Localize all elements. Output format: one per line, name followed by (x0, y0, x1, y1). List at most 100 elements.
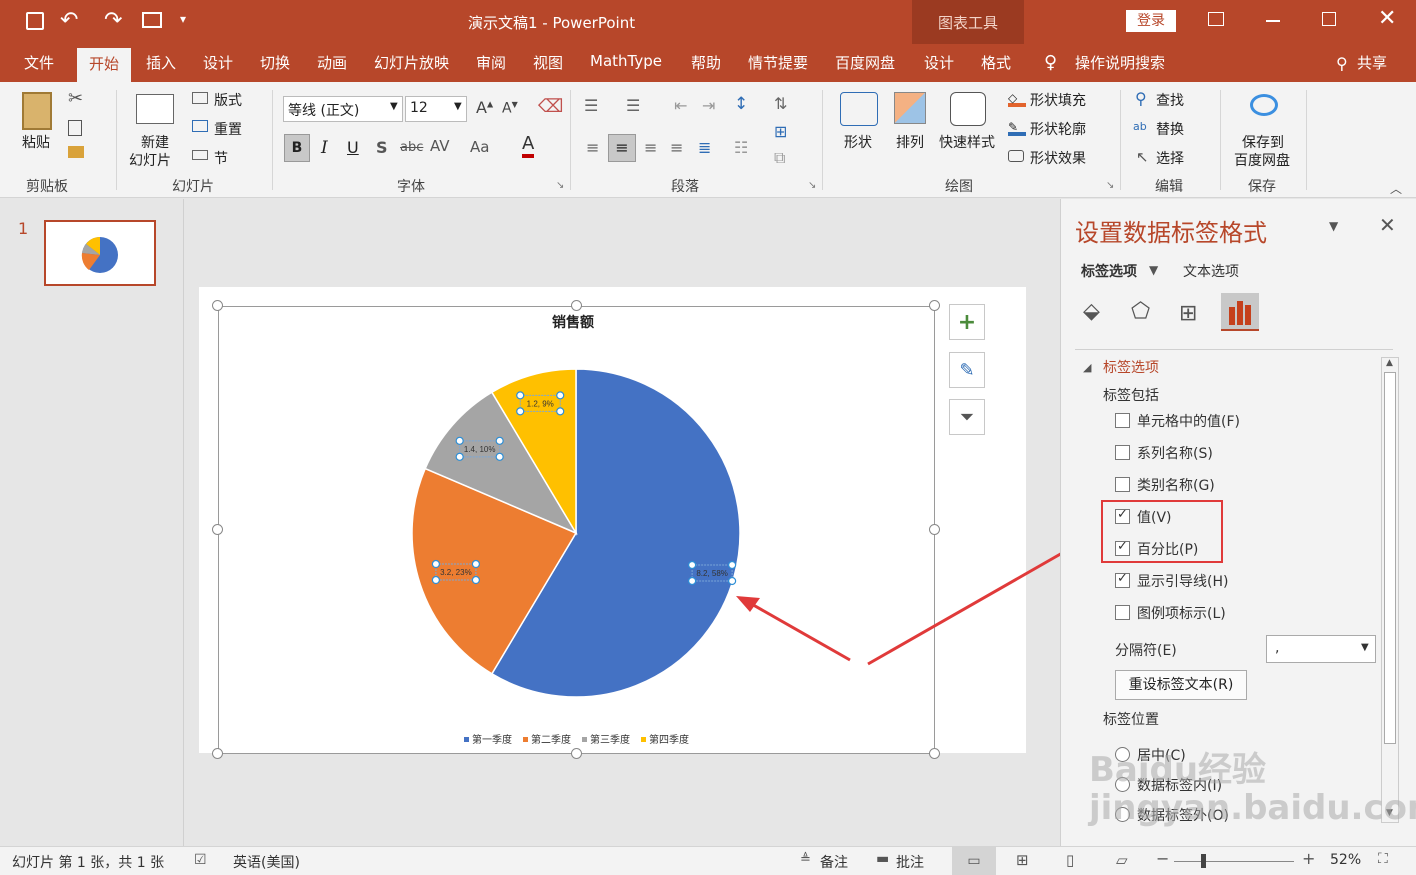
language-indicator[interactable]: 英语(美国) (233, 852, 300, 872)
zoom-out-icon[interactable]: − (1156, 849, 1169, 868)
change-case-icon[interactable]: Aa (470, 138, 489, 156)
tab-mathtype[interactable]: MathType (590, 52, 662, 70)
new-slide-button-2[interactable]: 幻灯片 (129, 150, 171, 170)
grow-font-icon[interactable]: A▲ (476, 98, 493, 117)
tab-chart-format[interactable]: 格式 (981, 52, 1011, 73)
close-icon[interactable]: ✕ (1379, 213, 1396, 237)
italic-icon[interactable]: I (321, 138, 328, 158)
paste-icon[interactable] (22, 92, 52, 130)
char-spacing-icon[interactable]: AV (430, 137, 450, 155)
share-button[interactable]: 共享 (1357, 52, 1387, 73)
chart-elements-button[interactable]: + (949, 304, 985, 340)
reading-view-icon[interactable]: ▯ (1066, 851, 1074, 869)
fill-line-icon[interactable]: ⬙ (1083, 299, 1100, 324)
zoom-level[interactable]: 52% (1330, 852, 1361, 868)
scroll-up-icon[interactable]: ▲ (1386, 358, 1393, 368)
collapse-ribbon-icon[interactable]: ︿ (1390, 180, 1402, 197)
select-button[interactable]: 选择 (1156, 148, 1184, 168)
chart-title[interactable]: 销售额 (552, 312, 594, 332)
pane-options-icon[interactable]: ▼ (1329, 219, 1338, 233)
checkbox-series-name[interactable] (1115, 445, 1130, 460)
shapes-icon[interactable] (840, 92, 878, 126)
font-color-icon[interactable]: A (522, 134, 535, 158)
save-to-baidu-2[interactable]: 百度网盘 (1234, 150, 1290, 170)
normal-view-icon[interactable]: ▭ (952, 847, 996, 875)
increase-indent-icon[interactable]: ⇥ (702, 96, 715, 115)
zoom-slider[interactable] (1174, 861, 1294, 862)
tab-help[interactable]: 帮助 (691, 52, 721, 73)
tab-home[interactable]: 开始 (77, 48, 132, 82)
align-text-icon[interactable]: ⊞ (774, 122, 787, 141)
resize-handle[interactable] (212, 748, 223, 759)
font-size-box[interactable]: 12 ▼ (405, 96, 467, 122)
dialog-launcher-icon[interactable]: ↘ (556, 180, 564, 191)
dialog-launcher-icon[interactable]: ↘ (808, 180, 816, 191)
clear-format-icon[interactable]: ⌫ (538, 96, 563, 117)
section-button[interactable]: 节 (214, 148, 228, 168)
tab-chart-design[interactable]: 设计 (924, 52, 954, 73)
distributed-icon[interactable]: ≣ (698, 138, 711, 157)
reset-label-text-button[interactable]: 重设标签文本(R) (1115, 670, 1247, 700)
size-properties-icon[interactable]: ⊞ (1179, 301, 1197, 326)
slide-sorter-icon[interactable]: ⊞ (1016, 851, 1029, 869)
tab-storyboard[interactable]: 情节提要 (748, 52, 808, 73)
zoom-in-icon[interactable]: + (1302, 849, 1315, 868)
tab-review[interactable]: 审阅 (476, 52, 506, 73)
format-painter-icon[interactable] (68, 146, 84, 158)
zoom-slider-thumb[interactable] (1201, 854, 1206, 868)
maximize-icon[interactable] (1322, 12, 1336, 26)
baidu-cloud-icon[interactable] (1250, 94, 1278, 116)
shrink-font-icon[interactable]: A▼ (502, 100, 518, 117)
tab-insert[interactable]: 插入 (146, 52, 176, 73)
undo-icon[interactable]: ↶ (60, 8, 78, 33)
chevron-down-icon[interactable]: ▼ (1149, 263, 1158, 277)
align-left-icon[interactable]: ≡ (586, 138, 599, 157)
pane-scrollbar[interactable]: ▲ ▼ (1381, 357, 1399, 823)
minimize-icon[interactable] (1266, 20, 1280, 22)
login-button[interactable]: 登录 (1126, 10, 1176, 32)
line-spacing-icon[interactable]: ↕ (734, 94, 748, 114)
text-direction-icon[interactable]: ⇅ (774, 94, 787, 113)
quick-styles-button[interactable]: 快速样式 (939, 132, 995, 152)
comments-button[interactable]: 批注 (896, 852, 924, 872)
notes-button[interactable]: 备注 (820, 852, 848, 872)
chevron-down-icon[interactable]: ▼ (390, 101, 398, 112)
arrange-icon[interactable] (894, 92, 926, 124)
shape-fill-button[interactable]: 形状填充 (1030, 90, 1086, 110)
tab-text-options[interactable]: 文本选项 (1183, 261, 1239, 281)
chevron-down-icon[interactable]: ▼ (454, 101, 462, 112)
slide-thumbnail[interactable] (44, 220, 156, 286)
replace-button[interactable]: 替换 (1156, 119, 1184, 139)
present-icon[interactable] (142, 12, 162, 28)
smartart-icon[interactable]: ⧉ (774, 148, 785, 168)
save-icon[interactable] (26, 12, 44, 30)
checkbox-category-name[interactable] (1115, 477, 1130, 492)
tell-me-search[interactable]: 操作说明搜索 (1075, 52, 1165, 73)
tab-file[interactable]: 文件 (24, 52, 54, 73)
slideshow-view-icon[interactable]: ▱ (1116, 851, 1128, 869)
checkbox-legend-key[interactable] (1115, 605, 1130, 620)
decrease-indent-icon[interactable]: ⇤ (674, 96, 687, 115)
close-icon[interactable]: ✕ (1378, 6, 1396, 31)
dialog-launcher-icon[interactable]: ↘ (1106, 180, 1114, 191)
resize-handle[interactable] (212, 524, 223, 535)
reset-button[interactable]: 重置 (214, 119, 242, 139)
label-options-icon[interactable] (1221, 293, 1259, 331)
columns-icon[interactable]: ☷ (734, 138, 748, 157)
paste-button[interactable]: 粘贴 (22, 132, 50, 152)
effects-icon[interactable]: ⬠ (1131, 299, 1150, 324)
separator-dropdown[interactable]: , ▼ (1266, 635, 1376, 663)
find-button[interactable]: 查找 (1156, 90, 1184, 110)
accessibility-icon[interactable]: ☑ (194, 852, 207, 868)
fit-to-window-icon[interactable]: ⛶ (1378, 851, 1388, 867)
align-center-icon[interactable]: ≡ (608, 134, 636, 162)
chart-legend[interactable]: 第一季度 第二季度 第三季度 第四季度 (430, 730, 730, 750)
tab-slideshow[interactable]: 幻灯片放映 (374, 52, 449, 73)
arrange-button[interactable]: 排列 (896, 132, 924, 152)
align-right-icon[interactable]: ≡ (644, 138, 657, 157)
font-name-box[interactable]: 等线 (正文) ▼ (283, 96, 403, 122)
copy-icon[interactable] (68, 120, 82, 136)
customize-qat-icon[interactable]: ▾ (180, 12, 186, 26)
quick-styles-icon[interactable] (950, 92, 986, 126)
justify-icon[interactable]: ≡ (670, 138, 683, 157)
